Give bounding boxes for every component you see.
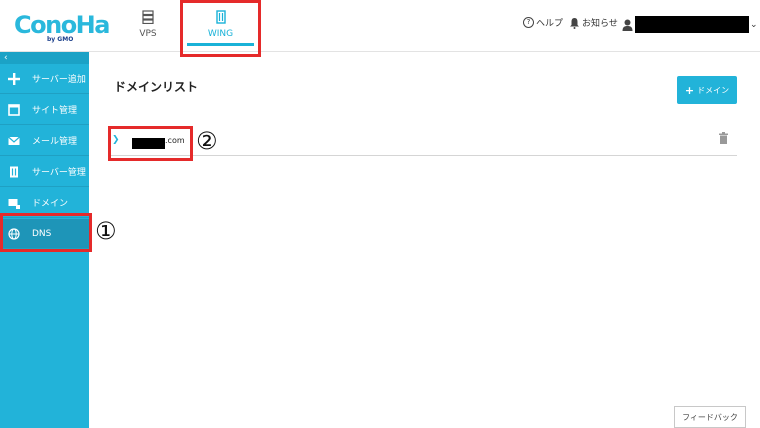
annotation-mark-1: ① [95, 217, 117, 245]
plus-icon: + [684, 83, 695, 97]
user-name: ████████ [635, 16, 749, 33]
header: ConoHa by GMO VPS WING ? ヘルプ お知らせ ██████… [0, 0, 760, 57]
help-link[interactable]: ? ヘルプ [523, 16, 563, 29]
sidebar-item-label: サーバー管理 [32, 168, 86, 178]
trash-icon[interactable] [719, 132, 728, 144]
conoha-logo[interactable]: ConoHa by GMO [14, 11, 110, 45]
page: ConoHa by GMO VPS WING ? ヘルプ お知らせ ██████… [0, 0, 760, 428]
user-menu[interactable]: ████████ ⌄ [622, 16, 758, 33]
chevron-down-icon: ⌄ [750, 19, 758, 30]
highlight-box-dns [0, 213, 92, 252]
notice-link[interactable]: お知らせ [569, 16, 618, 29]
sidebar-item-label: ドメイン [32, 199, 69, 209]
logo-sub: by GMO [47, 36, 74, 43]
sidebar-item-label: メール管理 [32, 137, 78, 147]
sidebar-item-label: サーバー追加 [32, 75, 86, 85]
highlight-box-wing [180, 0, 261, 57]
plus-icon [8, 72, 20, 85]
bell-icon [570, 17, 579, 29]
help-label: ヘルプ [536, 19, 564, 29]
feedback-button[interactable]: フィードバック [674, 406, 746, 428]
add-domain-button[interactable]: + ドメイン [677, 76, 737, 104]
sidebar-collapse-button[interactable]: ‹ [0, 52, 89, 64]
mail-icon [8, 136, 20, 145]
tab-vps[interactable]: VPS [128, 0, 168, 52]
sidebar-item-add-server[interactable]: サーバー追加 [0, 64, 89, 94]
help-icon: ? [523, 17, 534, 28]
sidebar-item-server-manage[interactable]: サーバー管理 [0, 157, 89, 187]
logo-text: ConoHa [14, 11, 110, 39]
sidebar-item-site[interactable]: サイト管理 [0, 95, 89, 125]
server-manage-icon [10, 166, 18, 177]
add-domain-label: ドメイン [697, 85, 730, 95]
notice-label: お知らせ [582, 19, 618, 29]
highlight-box-domain [108, 126, 193, 161]
page-title: ドメインリスト [114, 80, 199, 94]
domain-icon [8, 198, 20, 209]
annotation-mark-2: ② [196, 127, 218, 155]
sidebar-item-label: サイト管理 [32, 106, 78, 116]
server-icon [142, 10, 154, 24]
user-icon [622, 19, 633, 31]
sidebar-item-mail[interactable]: メール管理 [0, 126, 89, 156]
site-icon [8, 103, 20, 116]
tab-vps-label: VPS [139, 29, 157, 39]
